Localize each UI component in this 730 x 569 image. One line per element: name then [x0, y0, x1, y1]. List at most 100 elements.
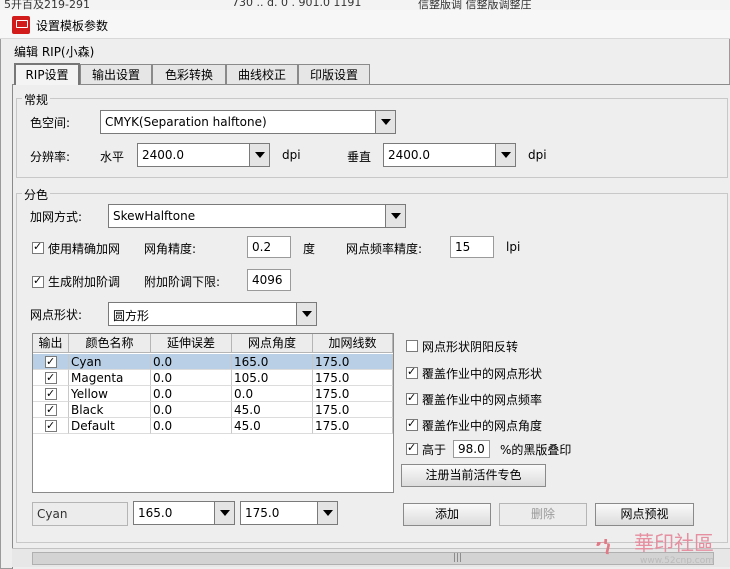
table-cell-name: Yellow: [69, 386, 151, 402]
override-shape-checkbox[interactable]: [406, 365, 418, 379]
register-spot-color-button[interactable]: 注册当前活件专色: [401, 464, 546, 487]
extra-min-label: 附加阶调下限:: [144, 275, 221, 289]
dot-preview-button[interactable]: 网点预视: [595, 503, 694, 526]
dot-shape-select[interactable]: 圆方形: [108, 302, 317, 326]
colorspace-select[interactable]: CMYK(Separation halftone): [100, 110, 396, 134]
title-bar[interactable]: [0, 10, 730, 39]
tab-plate-settings[interactable]: 印版设置: [298, 64, 370, 84]
table-cell-output[interactable]: [33, 370, 69, 386]
output-checkbox[interactable]: [45, 418, 57, 434]
watermark-logo-text: 華印社區: [634, 531, 714, 555]
invert-dot-label: 网点形状阴阳反转: [422, 340, 519, 354]
override-angle-checkbox[interactable]: [406, 417, 418, 431]
override-shape-label: 覆盖作业中的网点形状: [422, 367, 543, 381]
table-cell-lines: 175.0: [313, 418, 393, 434]
black-overprint-input[interactable]: 98.0: [453, 440, 490, 458]
dpi-unit-vertical: dpi: [528, 148, 547, 162]
screening-value: SkewHalftone: [113, 209, 196, 223]
screening-select[interactable]: SkewHalftone: [108, 204, 406, 228]
override-freq-checkbox[interactable]: [406, 391, 418, 405]
table-row[interactable]: Magenta 0.0 105.0 175.0: [33, 370, 393, 386]
table-cell-angle: 45.0: [232, 418, 313, 434]
screen-lines-value: 175.0: [245, 506, 280, 520]
freq-precision-input[interactable]: 15: [450, 236, 494, 258]
dot-shape-value: 圆方形: [113, 309, 150, 323]
resolution-label: 分辨率:: [30, 150, 71, 164]
black-overprint-label: %的黑版叠印: [500, 443, 572, 457]
window-title: 设置模板参数: [36, 19, 109, 33]
table-cell-output[interactable]: [33, 402, 69, 418]
dot-angle-value: 165.0: [138, 506, 173, 520]
table-header-screen-lines[interactable]: 加网线数: [313, 334, 393, 353]
table-row[interactable]: Cyan 0.0 165.0 175.0: [33, 354, 393, 370]
vertical-label: 垂直: [347, 150, 372, 164]
table-header-extension-error[interactable]: 延伸误差: [151, 334, 232, 353]
watermark-url: www.52cnp.com: [640, 556, 715, 566]
tab-rip-settings[interactable]: RIP设置: [14, 63, 80, 85]
tab-output-settings[interactable]: 输出设置: [80, 64, 152, 84]
watermark-logo-icon: ኀ: [596, 531, 612, 561]
template-subtitle: 编辑 RIP(小森): [14, 45, 95, 59]
angle-unit: 度: [303, 242, 316, 256]
chevron-down-icon[interactable]: [375, 111, 395, 133]
output-checkbox[interactable]: [45, 386, 57, 402]
table-header-dot-angle[interactable]: 网点角度: [232, 334, 313, 353]
table-row[interactable]: Yellow 0.0 0.0 175.0: [33, 386, 393, 402]
angle-precision-label: 网角精度:: [144, 242, 197, 256]
output-checkbox[interactable]: [45, 370, 57, 386]
chevron-down-icon[interactable]: [249, 144, 269, 166]
color-name-field[interactable]: Cyan: [32, 502, 128, 526]
invert-dot-checkbox[interactable]: [406, 340, 418, 352]
output-checkbox[interactable]: [45, 354, 57, 370]
above-checkbox[interactable]: [406, 441, 418, 455]
color-table[interactable]: 输出 颜色名称 延伸误差 网点角度 加网线数 Cyan 0.0 165.0 17…: [32, 333, 394, 493]
table-cell-error: 0.0: [151, 402, 232, 418]
vertical-resolution-select[interactable]: 2400.0: [383, 143, 516, 167]
output-checkbox[interactable]: [45, 402, 57, 418]
watermark: ኀ 華印社區 www.52cnp.com: [596, 527, 730, 569]
table-cell-error: 0.0: [151, 354, 232, 370]
override-freq-label: 覆盖作业中的网点频率: [422, 393, 543, 407]
chevron-down-icon[interactable]: [214, 502, 234, 524]
table-row[interactable]: Black 0.0 45.0 175.0: [33, 402, 393, 418]
table-cell-error: 0.0: [151, 418, 232, 434]
table-cell-output[interactable]: [33, 386, 69, 402]
extra-min-input[interactable]: 4096: [247, 269, 291, 291]
table-cell-output[interactable]: [33, 418, 69, 434]
table-cell-name: Black: [69, 402, 151, 418]
dot-angle-select[interactable]: 165.0: [133, 501, 235, 525]
vertical-resolution-value: 2400.0: [388, 148, 430, 162]
precise-screening-checkbox[interactable]: [32, 240, 44, 254]
table-cell-lines: 175.0: [313, 370, 393, 386]
table-header-output[interactable]: 输出: [33, 334, 69, 353]
extra-levels-checkbox[interactable]: [32, 274, 44, 288]
chevron-down-icon[interactable]: [317, 502, 337, 524]
tab-color-conversion[interactable]: 色彩转换: [152, 64, 226, 84]
add-button[interactable]: 添加: [403, 503, 491, 526]
table-cell-output[interactable]: [33, 354, 69, 370]
table-cell-error: 0.0: [151, 386, 232, 402]
table-cell-name: Cyan: [69, 354, 151, 370]
chevron-down-icon[interactable]: [495, 144, 515, 166]
horizontal-resolution-select[interactable]: 2400.0: [137, 143, 270, 167]
table-header-color-name[interactable]: 颜色名称: [69, 334, 151, 353]
chevron-down-icon[interactable]: [296, 303, 316, 325]
table-cell-angle: 0.0: [232, 386, 313, 402]
separation-group-title: 分色: [22, 186, 51, 203]
table-cell-lines: 175.0: [313, 354, 393, 370]
tab-curve-correction[interactable]: 曲线校正: [226, 64, 298, 84]
chevron-down-icon[interactable]: [385, 205, 405, 227]
table-cell-name: Default: [69, 418, 151, 434]
table-cell-lines: 175.0: [313, 386, 393, 402]
delete-button[interactable]: 删除: [499, 503, 587, 526]
background-text-mid: 730 .. d. 0 . 901.0 1191: [232, 0, 362, 9]
table-cell-lines: 175.0: [313, 402, 393, 418]
app-logo-icon: [12, 16, 30, 34]
dot-shape-label: 网点形状:: [30, 308, 83, 322]
table-row[interactable]: Default 0.0 45.0 175.0: [33, 418, 393, 434]
angle-precision-input[interactable]: 0.2: [247, 236, 291, 258]
screen-lines-select[interactable]: 175.0: [240, 501, 338, 525]
colorspace-value: CMYK(Separation halftone): [105, 115, 267, 129]
above-label: 高于: [422, 443, 447, 457]
dpi-unit-horizontal: dpi: [282, 148, 301, 162]
